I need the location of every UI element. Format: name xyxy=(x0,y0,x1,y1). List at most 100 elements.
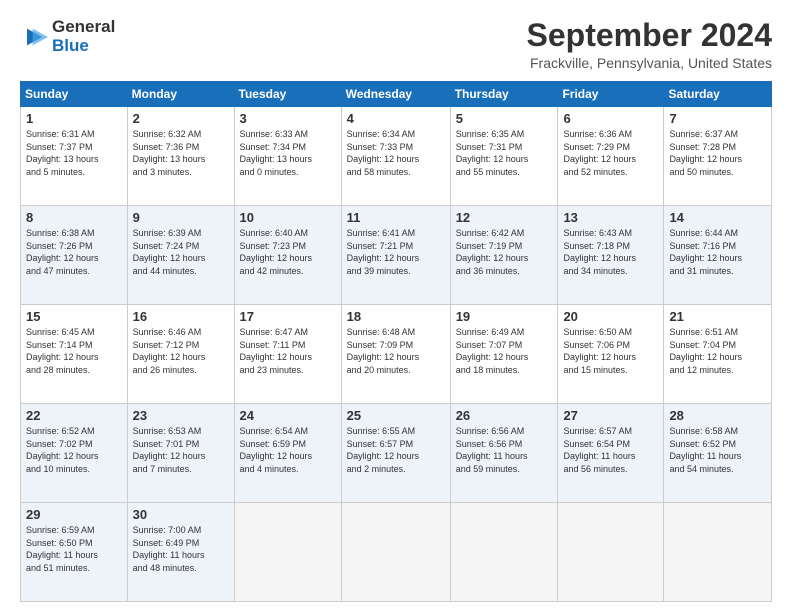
table-cell: 19 Sunrise: 6:49 AMSunset: 7:07 PMDayligh… xyxy=(450,305,558,404)
table-cell: 25Sunrise: 6:55 AMSunset: 6:57 PMDayligh… xyxy=(341,404,450,503)
table-cell: 27 Sunrise: 6:57 AMSunset: 6:54 PMDayligh… xyxy=(558,404,664,503)
col-friday: Friday xyxy=(558,82,664,107)
table-cell: 11 Sunrise: 6:41 AMSunset: 7:21 PMDayligh… xyxy=(341,206,450,305)
table-cell: 23Sunrise: 6:53 AMSunset: 7:01 PMDayligh… xyxy=(127,404,234,503)
table-cell: 2Sunrise: 6:32 AMSunset: 7:36 PMDaylight… xyxy=(127,107,234,206)
day-info: Sunrise: 6:39 AMSunset: 7:24 PMDaylight:… xyxy=(133,227,229,277)
table-cell: 28 Sunrise: 6:58 AMSunset: 6:52 PMDayligh… xyxy=(664,404,772,503)
col-saturday: Saturday xyxy=(664,82,772,107)
day-info: Sunrise: 6:35 AMSunset: 7:31 PMDaylight:… xyxy=(456,128,553,178)
table-cell xyxy=(234,503,341,602)
table-cell: 7 Sunrise: 6:37 AMSunset: 7:28 PMDaylight… xyxy=(664,107,772,206)
day-number: 19 xyxy=(456,309,553,324)
day-info: Sunrise: 6:40 AMSunset: 7:23 PMDaylight:… xyxy=(240,227,336,277)
day-number: 25 xyxy=(347,408,445,423)
logo-line1: General xyxy=(52,18,115,37)
logo-icon xyxy=(20,23,48,51)
table-cell: 29 Sunrise: 6:59 AMSunset: 6:50 PMDayligh… xyxy=(21,503,128,602)
table-cell: 30Sunrise: 7:00 AMSunset: 6:49 PMDayligh… xyxy=(127,503,234,602)
day-number: 18 xyxy=(347,309,445,324)
table-cell: 6 Sunrise: 6:36 AMSunset: 7:29 PMDaylight… xyxy=(558,107,664,206)
table-cell: 1 Sunrise: 6:31 AMSunset: 7:37 PMDaylight… xyxy=(21,107,128,206)
col-thursday: Thursday xyxy=(450,82,558,107)
table-cell: 13Sunrise: 6:43 AMSunset: 7:18 PMDayligh… xyxy=(558,206,664,305)
table-cell xyxy=(558,503,664,602)
day-info: Sunrise: 6:52 AMSunset: 7:02 PMDaylight:… xyxy=(26,425,122,475)
calendar-week-row: 1 Sunrise: 6:31 AMSunset: 7:37 PMDaylight… xyxy=(21,107,772,206)
table-cell xyxy=(664,503,772,602)
logo: General Blue xyxy=(20,18,115,55)
day-info: Sunrise: 6:38 AMSunset: 7:26 PMDaylight:… xyxy=(26,227,122,277)
day-number: 16 xyxy=(133,309,229,324)
col-monday: Monday xyxy=(127,82,234,107)
table-cell: 22 Sunrise: 6:52 AMSunset: 7:02 PMDayligh… xyxy=(21,404,128,503)
day-number: 11 xyxy=(347,210,445,225)
day-number: 24 xyxy=(240,408,336,423)
day-number: 15 xyxy=(26,309,122,324)
day-number: 6 xyxy=(563,111,658,126)
day-info: Sunrise: 6:34 AMSunset: 7:33 PMDaylight:… xyxy=(347,128,445,178)
month-title: September 2024 xyxy=(527,18,772,53)
day-info: Sunrise: 6:58 AMSunset: 6:52 PMDaylight:… xyxy=(669,425,766,475)
day-info: Sunrise: 6:41 AMSunset: 7:21 PMDaylight:… xyxy=(347,227,445,277)
day-number: 26 xyxy=(456,408,553,423)
day-info: Sunrise: 6:42 AMSunset: 7:19 PMDaylight:… xyxy=(456,227,553,277)
day-info: Sunrise: 6:32 AMSunset: 7:36 PMDaylight:… xyxy=(133,128,229,178)
day-number: 29 xyxy=(26,507,122,522)
day-number: 8 xyxy=(26,210,122,225)
day-info: Sunrise: 6:43 AMSunset: 7:18 PMDaylight:… xyxy=(563,227,658,277)
calendar-week-row: 15 Sunrise: 6:45 AMSunset: 7:14 PMDayligh… xyxy=(21,305,772,404)
day-info: Sunrise: 6:46 AMSunset: 7:12 PMDaylight:… xyxy=(133,326,229,376)
calendar-week-row: 8 Sunrise: 6:38 AMSunset: 7:26 PMDaylight… xyxy=(21,206,772,305)
day-number: 5 xyxy=(456,111,553,126)
header: General Blue September 2024 Frackville, … xyxy=(20,18,772,71)
table-cell: 20Sunrise: 6:50 AMSunset: 7:06 PMDayligh… xyxy=(558,305,664,404)
day-number: 12 xyxy=(456,210,553,225)
day-info: Sunrise: 6:37 AMSunset: 7:28 PMDaylight:… xyxy=(669,128,766,178)
day-number: 14 xyxy=(669,210,766,225)
day-info: Sunrise: 6:33 AMSunset: 7:34 PMDaylight:… xyxy=(240,128,336,178)
logo-line2: Blue xyxy=(52,37,115,56)
table-cell: 14 Sunrise: 6:44 AMSunset: 7:16 PMDayligh… xyxy=(664,206,772,305)
calendar-table: Sunday Monday Tuesday Wednesday Thursday… xyxy=(20,81,772,602)
day-number: 17 xyxy=(240,309,336,324)
day-info: Sunrise: 6:49 AMSunset: 7:07 PMDaylight:… xyxy=(456,326,553,376)
day-number: 28 xyxy=(669,408,766,423)
col-tuesday: Tuesday xyxy=(234,82,341,107)
page: General Blue September 2024 Frackville, … xyxy=(0,0,792,612)
col-sunday: Sunday xyxy=(21,82,128,107)
table-cell: 24 Sunrise: 6:54 AMSunset: 6:59 PMDayligh… xyxy=(234,404,341,503)
day-info: Sunrise: 6:57 AMSunset: 6:54 PMDaylight:… xyxy=(563,425,658,475)
day-number: 22 xyxy=(26,408,122,423)
day-number: 7 xyxy=(669,111,766,126)
col-wednesday: Wednesday xyxy=(341,82,450,107)
table-cell: 3Sunrise: 6:33 AMSunset: 7:34 PMDaylight… xyxy=(234,107,341,206)
day-number: 1 xyxy=(26,111,122,126)
table-cell xyxy=(341,503,450,602)
day-info: Sunrise: 6:54 AMSunset: 6:59 PMDaylight:… xyxy=(240,425,336,475)
table-cell: 10 Sunrise: 6:40 AMSunset: 7:23 PMDayligh… xyxy=(234,206,341,305)
calendar-week-row: 29 Sunrise: 6:59 AMSunset: 6:50 PMDayligh… xyxy=(21,503,772,602)
day-number: 10 xyxy=(240,210,336,225)
table-cell: 17Sunrise: 6:47 AMSunset: 7:11 PMDayligh… xyxy=(234,305,341,404)
table-cell: 4Sunrise: 6:34 AMSunset: 7:33 PMDaylight… xyxy=(341,107,450,206)
table-cell xyxy=(450,503,558,602)
day-info: Sunrise: 6:56 AMSunset: 6:56 PMDaylight:… xyxy=(456,425,553,475)
table-cell: 21Sunrise: 6:51 AMSunset: 7:04 PMDayligh… xyxy=(664,305,772,404)
day-info: Sunrise: 6:50 AMSunset: 7:06 PMDaylight:… xyxy=(563,326,658,376)
day-info: Sunrise: 6:59 AMSunset: 6:50 PMDaylight:… xyxy=(26,524,122,574)
day-number: 30 xyxy=(133,507,229,522)
day-info: Sunrise: 6:44 AMSunset: 7:16 PMDaylight:… xyxy=(669,227,766,277)
location: Frackville, Pennsylvania, United States xyxy=(527,55,772,71)
table-cell: 5 Sunrise: 6:35 AMSunset: 7:31 PMDaylight… xyxy=(450,107,558,206)
table-cell: 16 Sunrise: 6:46 AMSunset: 7:12 PMDayligh… xyxy=(127,305,234,404)
day-number: 23 xyxy=(133,408,229,423)
day-number: 9 xyxy=(133,210,229,225)
title-block: September 2024 Frackville, Pennsylvania,… xyxy=(527,18,772,71)
table-cell: 26 Sunrise: 6:56 AMSunset: 6:56 PMDayligh… xyxy=(450,404,558,503)
day-info: Sunrise: 6:45 AMSunset: 7:14 PMDaylight:… xyxy=(26,326,122,376)
day-number: 27 xyxy=(563,408,658,423)
table-cell: 9 Sunrise: 6:39 AMSunset: 7:24 PMDaylight… xyxy=(127,206,234,305)
day-info: Sunrise: 6:31 AMSunset: 7:37 PMDaylight:… xyxy=(26,128,122,178)
day-info: Sunrise: 6:36 AMSunset: 7:29 PMDaylight:… xyxy=(563,128,658,178)
